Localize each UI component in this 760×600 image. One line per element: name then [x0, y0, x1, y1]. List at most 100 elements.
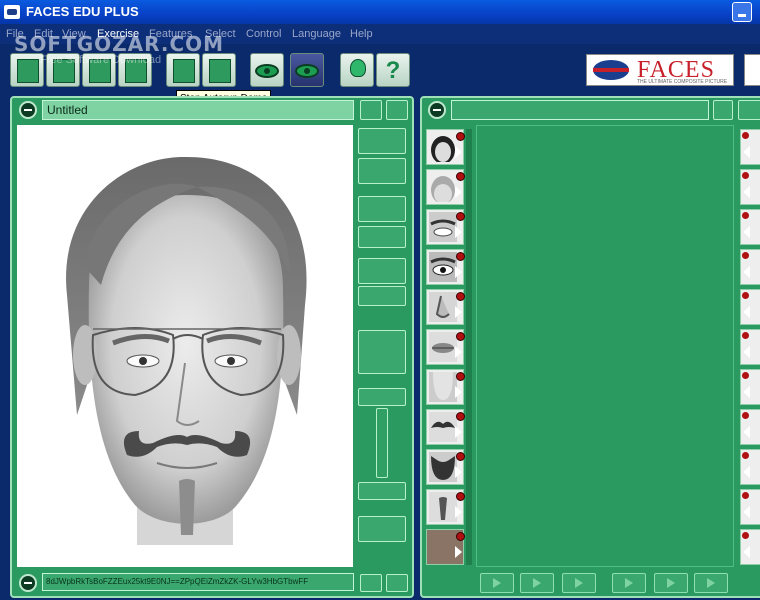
right-feature-4[interactable]	[740, 249, 760, 285]
feature-skin-tone[interactable]	[426, 529, 465, 565]
prev-arrow-icon[interactable]	[743, 306, 750, 318]
composite-canvas[interactable]	[17, 125, 353, 567]
prev-arrow-icon[interactable]	[743, 466, 750, 478]
collapse-features-icon[interactable]	[428, 101, 446, 119]
next-arrow-icon[interactable]	[455, 346, 462, 358]
suspect-button[interactable]	[166, 53, 200, 87]
pencil-icon[interactable]	[386, 100, 408, 120]
feature-indicator	[456, 412, 465, 421]
feature-eyes[interactable]	[426, 249, 465, 285]
next-arrow-icon[interactable]	[455, 306, 462, 318]
prev-arrow-icon[interactable]	[743, 546, 750, 558]
right-feature-7[interactable]	[740, 369, 760, 405]
help-button[interactable]: ?	[376, 53, 410, 87]
feature-indicator	[456, 252, 465, 261]
return-button[interactable]	[562, 573, 596, 593]
menu-language[interactable]: Language	[292, 28, 341, 40]
lips-thumb	[429, 332, 457, 362]
feature-name-field[interactable]	[451, 100, 709, 120]
feature-goatee[interactable]	[426, 489, 465, 525]
feature-browser[interactable]	[476, 125, 734, 567]
minimize-button[interactable]	[732, 2, 752, 22]
next-arrow-icon[interactable]	[455, 226, 462, 238]
feature-head-shape[interactable]	[426, 129, 465, 165]
keyboard-icon[interactable]	[386, 574, 408, 592]
stop-autorun-demo-button[interactable]	[202, 53, 236, 87]
right-feature-11[interactable]	[740, 529, 760, 565]
feature-moustache[interactable]	[426, 409, 465, 445]
trash-icon[interactable]	[358, 516, 406, 542]
prev-page-button[interactable]	[520, 573, 554, 593]
list-icon[interactable]	[360, 574, 382, 592]
prev-arrow-icon[interactable]	[743, 426, 750, 438]
next-arrow-icon[interactable]	[455, 546, 462, 558]
next-arrow-icon[interactable]	[455, 426, 462, 438]
monitor-icon[interactable]	[360, 100, 382, 120]
next-arrow-icon[interactable]	[455, 146, 462, 158]
resize-diamond-icon[interactable]	[358, 330, 406, 374]
move-vertical-icon[interactable]	[358, 258, 406, 284]
feature-nose[interactable]	[426, 289, 465, 325]
last-page-button[interactable]	[694, 573, 728, 593]
feature-eyebrows[interactable]	[426, 209, 465, 245]
scale-icon[interactable]	[358, 286, 406, 306]
rotate-alt-icon[interactable]	[358, 158, 406, 184]
more-options-icon[interactable]	[19, 574, 37, 592]
next-arrow-icon[interactable]	[455, 506, 462, 518]
right-feature-5[interactable]	[740, 289, 760, 325]
group-icon[interactable]	[738, 100, 760, 120]
watermark: SOFTGOZAR.COM	[14, 32, 225, 56]
prev-arrow-icon[interactable]	[743, 346, 750, 358]
prev-arrow-icon[interactable]	[743, 146, 750, 158]
next-arrow-icon[interactable]	[455, 386, 462, 398]
prev-arrow-icon[interactable]	[743, 186, 750, 198]
feature-chin[interactable]	[426, 369, 465, 405]
right-feature-2[interactable]	[740, 169, 760, 205]
slider-up-button[interactable]	[358, 388, 406, 406]
eye-dark-icon	[295, 64, 319, 78]
next-arrow-icon[interactable]	[455, 266, 462, 278]
slider-down-button[interactable]	[358, 482, 406, 500]
move-horizontal-icon[interactable]	[358, 196, 406, 222]
next-arrow-icon[interactable]	[455, 186, 462, 198]
view-alt-button[interactable]	[290, 53, 324, 87]
composite-code[interactable]: 8dJWpbRkTsBoFZZEux25kt9E0NJ==ZPpQEiZmZkZ…	[42, 573, 354, 591]
right-feature-1[interactable]	[740, 129, 760, 165]
slider-track[interactable]	[376, 408, 388, 478]
feature-indicator	[456, 332, 465, 341]
right-feature-3[interactable]	[740, 209, 760, 245]
globe-icon	[593, 60, 629, 80]
right-feature-9[interactable]	[740, 449, 760, 485]
feature-indicator	[742, 532, 749, 539]
hint-button[interactable]	[340, 53, 374, 87]
view-button[interactable]	[250, 53, 284, 87]
flip-icon[interactable]	[358, 226, 406, 248]
feature-lips[interactable]	[426, 329, 465, 365]
columns-icon[interactable]	[713, 100, 733, 120]
prev-arrow-icon[interactable]	[743, 506, 750, 518]
right-feature-10[interactable]	[740, 489, 760, 525]
right-feature-6[interactable]	[740, 329, 760, 365]
prev-arrow-icon[interactable]	[743, 226, 750, 238]
menu-control[interactable]: Control	[246, 28, 281, 40]
feature-scrollbar[interactable]	[466, 129, 472, 565]
feature-hair[interactable]	[426, 169, 465, 205]
menu-help[interactable]: Help	[350, 28, 373, 40]
moustache-thumb	[429, 412, 457, 442]
next-arrow-icon[interactable]	[455, 466, 462, 478]
app-icon	[4, 5, 20, 19]
faces-logo: FACES THE ULTIMATE COMPOSITE PICTURE	[586, 54, 734, 86]
right-feature-8[interactable]	[740, 409, 760, 445]
suspect-icon	[173, 59, 195, 83]
rotate-icon[interactable]	[358, 128, 406, 154]
prev-arrow-icon[interactable]	[743, 386, 750, 398]
collapse-icon[interactable]	[19, 101, 37, 119]
feature-indicator	[742, 172, 749, 179]
feature-beard[interactable]	[426, 449, 465, 485]
first-page-button[interactable]	[480, 573, 514, 593]
forward-button[interactable]	[612, 573, 646, 593]
prev-arrow-icon[interactable]	[743, 266, 750, 278]
composite-name[interactable]: Untitled	[42, 100, 354, 120]
next-page-button[interactable]	[654, 573, 688, 593]
new-composite-button[interactable]	[10, 53, 44, 87]
